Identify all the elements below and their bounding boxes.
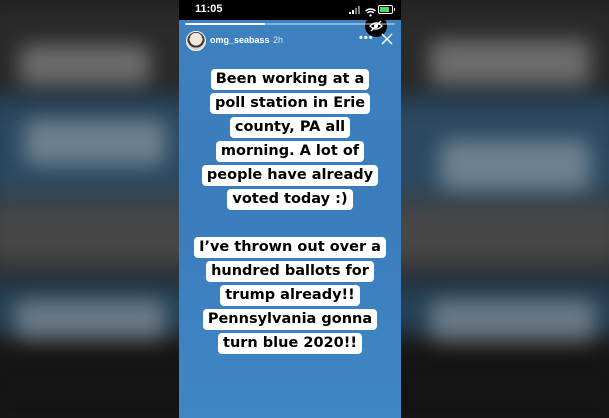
story-line: trump already!!	[220, 285, 360, 306]
story-age: 2h	[273, 35, 284, 45]
more-icon[interactable]: •••	[359, 32, 374, 44]
status-time: 11:05	[195, 3, 223, 15]
story-line: people have already	[201, 165, 379, 186]
story-paragraph-1: Been working at a poll station in Erie c…	[179, 66, 401, 210]
story-line: morning. A lot of	[215, 141, 365, 162]
story-progress-fill	[185, 23, 265, 25]
avatar[interactable]	[186, 31, 206, 51]
story-viewer[interactable]: 11:05 omg_seabass 2h ••• Been working at…	[179, 0, 401, 418]
story-line: turn blue 2020!!	[218, 333, 362, 354]
battery-icon	[378, 5, 395, 14]
story-line: I’ve thrown out over a	[194, 237, 386, 258]
story-line: Been working at a	[210, 69, 370, 90]
story-line: Pennsylvania gonna	[202, 309, 378, 330]
story-username[interactable]: omg_seabass	[210, 35, 270, 45]
story-line: voted today :)	[227, 189, 353, 210]
story-progress-bar	[185, 23, 395, 25]
story-line: county, PA all	[229, 117, 351, 138]
story-line: hundred ballots for	[206, 261, 374, 282]
story-paragraph-2: I’ve thrown out over a hundred ballots f…	[179, 234, 401, 354]
close-icon[interactable]	[381, 32, 393, 50]
signal-icon	[349, 6, 360, 14]
story-line: poll station in Erie	[209, 93, 371, 114]
